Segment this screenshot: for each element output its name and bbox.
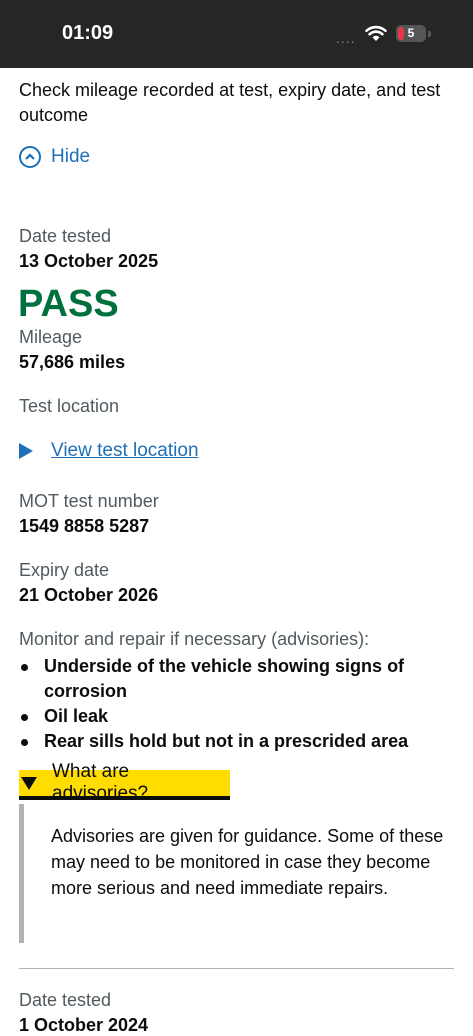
intro-text: Check mileage recorded at test, expiry d… (19, 80, 441, 125)
battery-icon: 5 (396, 25, 426, 42)
date-tested-label: Date tested (19, 226, 112, 246)
next-date-tested-label: Date tested (19, 990, 112, 1010)
list-item: Oil leak (19, 704, 459, 729)
section-divider (19, 968, 454, 969)
expiry-date-label: Expiry date (19, 560, 110, 580)
mileage-label: Mileage (19, 327, 83, 347)
view-test-location-link[interactable]: View test location (19, 440, 199, 462)
list-item: Underside of the vehicle showing signs o… (19, 654, 459, 704)
triangle-down-icon (21, 776, 37, 790)
test-location-label: Test location (19, 396, 120, 416)
cellular-signal-icon: .... (336, 30, 356, 46)
what-are-advisories-text: What are advisories? (52, 761, 149, 804)
battery-nub (428, 31, 431, 37)
triangle-right-icon (19, 443, 33, 459)
hide-label: Hide (51, 146, 91, 167)
mot-test-number-label: MOT test number (19, 491, 159, 511)
advisories-info-text: Advisories are given for guidance. Some … (51, 826, 444, 898)
test-result-badge: PASS (18, 283, 119, 325)
mileage-value: 57,686 miles (19, 352, 126, 372)
chevron-up-icon (19, 146, 41, 168)
date-tested-value: 13 October 2025 (19, 251, 159, 271)
expiry-date-value: 21 October 2026 (19, 585, 159, 605)
status-bar: 01:09 .... 5 (0, 0, 473, 68)
view-test-location-text: View test location (51, 440, 199, 461)
advisories-label: Monitor and repair if necessary (advisor… (19, 629, 370, 649)
list-item: Rear sills hold but not in a prescrided … (19, 729, 459, 754)
inset-border (19, 804, 24, 943)
hide-toggle[interactable]: Hide (19, 146, 90, 168)
mot-test-number-value: 1549 8858 5287 (19, 516, 150, 536)
battery-level: 5 (407, 26, 415, 40)
next-date-tested-value: 1 October 2024 (19, 1015, 149, 1035)
wifi-icon (365, 25, 387, 41)
advisories-list: Underside of the vehicle showing signs o… (19, 654, 459, 754)
what-are-advisories-toggle[interactable]: What are advisories? (19, 761, 230, 804)
status-time: 01:09 (62, 22, 114, 44)
